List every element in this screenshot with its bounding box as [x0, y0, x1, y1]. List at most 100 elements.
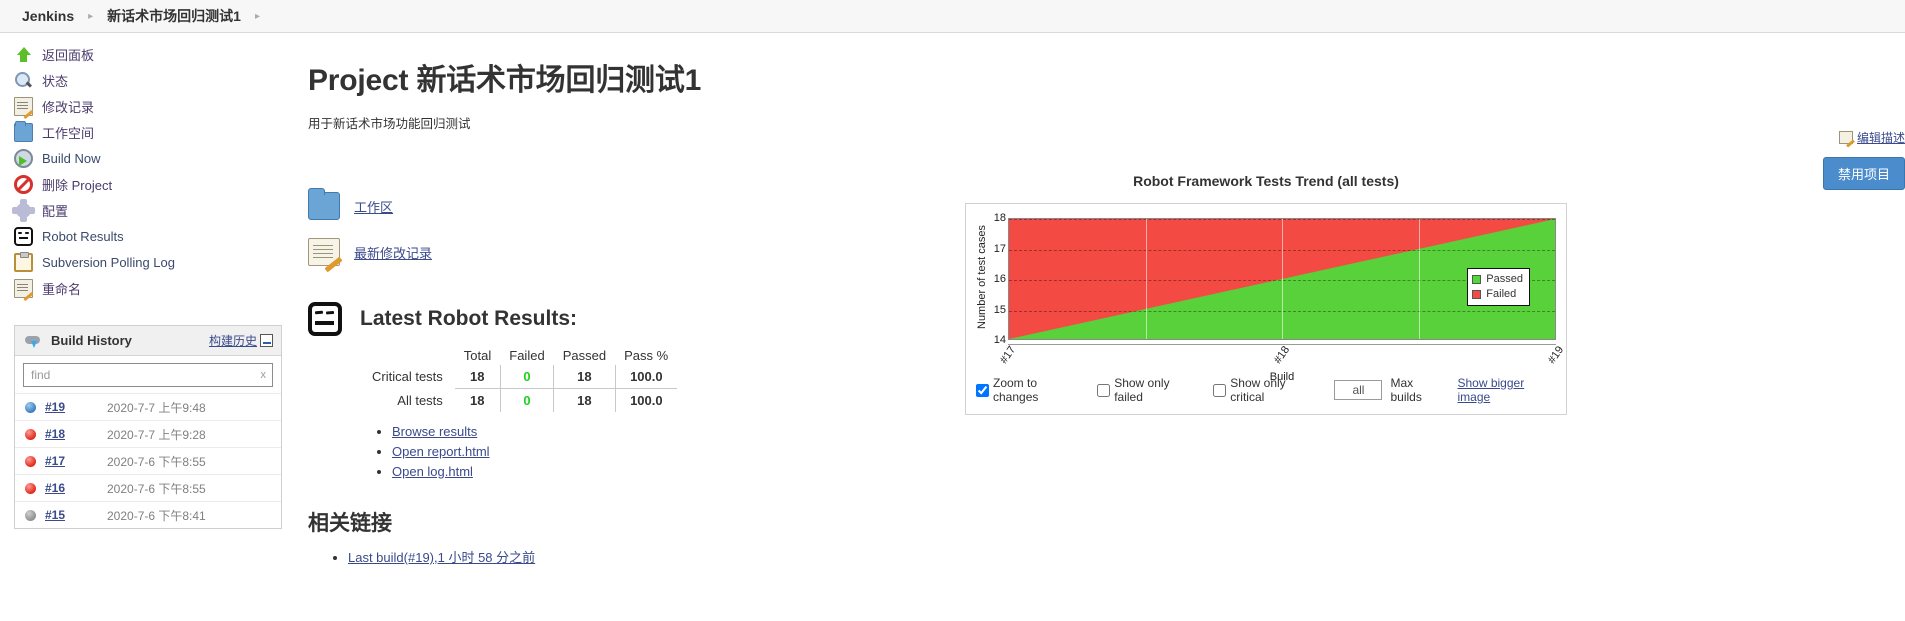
sidebar-item-label[interactable]: 重命名	[42, 279, 81, 298]
chart-vertical-gridline	[1145, 219, 1147, 339]
sidebar-item-label[interactable]: Build Now	[42, 151, 101, 166]
cell-passed: 18	[553, 388, 616, 412]
list-item: Open report.html	[392, 444, 1905, 459]
weather-cloud-icon	[25, 334, 43, 348]
related-links-title: 相关链接	[308, 512, 392, 535]
sidebar-item-6[interactable]: 删除 Project	[0, 171, 290, 197]
build-row[interactable]: #16 2020-7-6 下午8:55	[15, 474, 281, 501]
sidebar-item-label[interactable]: 删除 Project	[42, 175, 112, 194]
clipboard-icon	[14, 251, 33, 272]
related-links-list: Last build(#19),1 小时 58 分之前	[326, 547, 1905, 566]
build-history-panel: Build History 构建历史 x #192020-7-7 上午9:48#…	[14, 325, 282, 529]
breadcrumb-project[interactable]: 新话术市场回归测试1	[107, 6, 241, 26]
cell-failed: 0	[500, 365, 555, 389]
row-label: Critical tests	[372, 369, 443, 385]
col-pass-pct: Pass %	[624, 348, 669, 363]
breadcrumb-jenkins[interactable]: Jenkins	[22, 8, 74, 24]
changes-note-icon	[14, 96, 33, 116]
chart-legend-item: Failed	[1472, 287, 1523, 302]
build-row[interactable]: #17 2020-7-6 下午8:55	[15, 447, 281, 474]
build-number-link[interactable]: #16	[45, 481, 107, 495]
list-item: Open log.html	[392, 464, 1905, 479]
sidebar-item-label[interactable]: Subversion Polling Log	[42, 255, 175, 270]
build-history-search-input[interactable]	[23, 363, 273, 387]
related-link[interactable]: Last build(#19),1 小时 58 分之前	[348, 550, 535, 565]
build-timestamp: 2020-7-6 下午8:55	[107, 454, 206, 469]
sidebar-item-label[interactable]: 配置	[42, 201, 68, 220]
quick-link-changes-label[interactable]: 最新修改记录	[354, 243, 432, 262]
cell-pass-pct: 100.0	[615, 365, 678, 389]
show-only-failed-checkbox[interactable]	[1097, 383, 1111, 397]
chart-y-tick: 16	[993, 273, 1006, 285]
sidebar-item-label[interactable]: 工作空间	[42, 123, 94, 142]
disable-project-button[interactable]: 禁用项目	[1822, 157, 1905, 190]
robot-result-link[interactable]: Open log.html	[392, 464, 473, 479]
folder-icon	[308, 188, 340, 220]
sidebar-item-4[interactable]: 工作空间	[0, 119, 290, 145]
robot-results-links: Browse results Open report.html Open log.h…	[370, 424, 1905, 479]
sidebar-item-label[interactable]: 返回面板	[42, 45, 94, 64]
build-status-ball-icon	[25, 455, 36, 467]
sidebar-item-7[interactable]: 配置	[0, 197, 290, 223]
build-trend-link[interactable]: 构建历史	[209, 332, 257, 349]
sidebar-item-2[interactable]: 状态	[0, 67, 290, 93]
sidebar-item-label[interactable]: 修改记录	[42, 97, 94, 116]
build-timestamp: 2020-7-7 上午9:28	[107, 427, 206, 442]
build-number-link[interactable]: #19	[45, 400, 107, 414]
list-item: Last build(#19),1 小时 58 分之前	[348, 547, 1905, 566]
robot-icon	[14, 226, 33, 246]
delete-deny-icon	[14, 174, 33, 194]
sidebar-item-label[interactable]: Robot Results	[42, 229, 124, 244]
robot-icon	[308, 302, 342, 336]
chart-y-tick: 15	[993, 303, 1006, 316]
robot-result-link[interactable]: Open report.html	[392, 444, 490, 459]
sidebar-item-1[interactable]: 返回面板	[0, 41, 290, 67]
main-content: 编辑描述 禁用项目 Project 新话术市场回归测试1 用于新话术市场功能回归…	[290, 33, 1905, 621]
chart-y-axis-label: Number of test cases	[976, 225, 988, 329]
sidebar-item-10[interactable]: 重命名	[0, 275, 290, 301]
changes-note-icon	[308, 238, 340, 266]
chart-graphic: Number of test cases 18 17 16 15 14 #17 #18 #1…	[976, 212, 1566, 383]
sidebar-item-label[interactable]: 状态	[42, 71, 68, 90]
sidebar-item-9[interactable]: Subversion Polling Log	[0, 249, 290, 275]
rss-feed-icon[interactable]	[260, 334, 273, 347]
build-clock-icon	[14, 148, 33, 168]
quick-link-workspace-label[interactable]: 工作区	[354, 197, 393, 216]
robot-result-link[interactable]: Browse results	[392, 424, 477, 439]
build-status-ball-icon	[25, 401, 36, 413]
build-timestamp: 2020-7-6 下午8:55	[107, 481, 206, 496]
build-number-link[interactable]: #18	[45, 427, 107, 441]
show-only-critical-checkbox[interactable]	[1213, 383, 1227, 397]
col-failed: Failed	[509, 348, 545, 363]
chart-legend-item: Passed	[1472, 272, 1523, 287]
build-row[interactable]: #19 2020-7-7 上午9:48	[15, 393, 281, 420]
edit-description-icon	[1838, 131, 1853, 144]
sidebar-item-5[interactable]: Build Now	[0, 145, 290, 171]
build-number-link[interactable]: #15	[45, 508, 107, 522]
max-builds-input[interactable]	[1334, 380, 1383, 400]
up-arrow-icon	[14, 45, 33, 64]
table-row: All tests 18 0 18 100.0	[363, 388, 677, 412]
edit-description-link[interactable]: 编辑描述	[1857, 129, 1905, 146]
edit-description[interactable]: 编辑描述	[1838, 129, 1905, 146]
list-item: Browse results	[392, 424, 1905, 439]
legend-label: Failed	[1486, 288, 1517, 300]
folder-icon	[14, 120, 33, 142]
build-timestamp: 2020-7-6 下午8:41	[107, 508, 206, 523]
build-row[interactable]: #18 2020-7-7 上午9:28	[15, 420, 281, 447]
breadcrumb-separator-icon: ▸	[88, 10, 94, 22]
project-description: 用于新话术市场功能回归测试	[308, 117, 471, 131]
chart-x-tick: #19	[1545, 344, 1567, 366]
legend-swatch	[1472, 290, 1482, 299]
clear-search-icon[interactable]: x	[261, 369, 267, 381]
breadcrumb-separator-icon-2: ▸	[254, 10, 260, 22]
build-row[interactable]: #15 2020-7-6 下午8:41	[15, 501, 281, 528]
sidebar-task-list: 返回面板状态修改记录工作空间 Build Now 删除 Project 配置 Robot…	[0, 41, 290, 301]
sidebar-item-8[interactable]: Robot Results	[0, 223, 290, 249]
zoom-to-changes-checkbox[interactable]	[976, 383, 989, 397]
build-number-link[interactable]: #17	[45, 454, 107, 468]
sidebar-item-3[interactable]: 修改记录	[0, 93, 290, 119]
chart-legend: Passed Failed	[1467, 268, 1530, 306]
build-status-ball-icon	[25, 428, 36, 440]
build-history-list: #19 2020-7-7 上午9:48 #18 2020-7-7 上午9:28 #17 2…	[15, 393, 281, 528]
